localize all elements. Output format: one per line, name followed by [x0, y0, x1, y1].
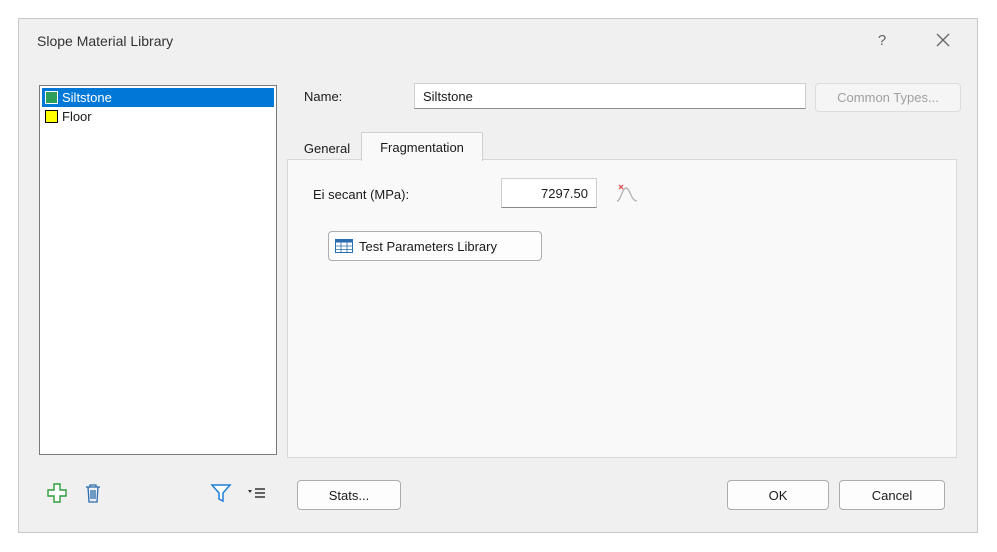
ei-secant-label: Ei secant (MPa):: [313, 187, 410, 202]
material-item-floor[interactable]: Floor: [42, 107, 274, 126]
filter-icon[interactable]: [209, 481, 233, 505]
dialog-title: Slope Material Library: [37, 33, 174, 49]
material-name-input[interactable]: [414, 83, 806, 109]
stats-button[interactable]: Stats...: [297, 480, 401, 510]
tab-general-label: General: [303, 140, 351, 156]
tab-fragmentation[interactable]: Fragmentation: [361, 132, 483, 161]
tab-fragmentation-label: Fragmentation: [380, 139, 464, 155]
tab-general[interactable]: General: [295, 137, 359, 159]
material-item-label: Floor: [62, 109, 92, 124]
close-icon[interactable]: [931, 28, 955, 52]
table-icon: [335, 239, 353, 253]
cancel-button-label: Cancel: [871, 487, 913, 503]
test-parameters-label: Test Parameters Library: [359, 238, 497, 254]
common-types-label: Common Types...: [837, 90, 939, 105]
statistics-distribution-icon[interactable]: [614, 182, 640, 204]
material-color-swatch: [45, 110, 58, 123]
add-material-icon[interactable]: [45, 481, 69, 505]
help-button[interactable]: ?: [872, 29, 892, 53]
ok-button[interactable]: OK: [727, 480, 829, 510]
title-bar: Slope Material Library ?: [19, 19, 977, 65]
material-item-label: Siltstone: [62, 90, 112, 105]
ei-secant-input[interactable]: [501, 178, 597, 208]
material-color-swatch: [45, 91, 58, 104]
common-types-button[interactable]: Common Types...: [815, 83, 961, 112]
stats-button-label: Stats...: [328, 487, 370, 503]
material-item-siltstone[interactable]: Siltstone: [42, 88, 274, 107]
sort-options-icon[interactable]: [245, 481, 269, 505]
delete-material-icon[interactable]: [81, 481, 105, 505]
material-list[interactable]: Siltstone Floor: [39, 85, 277, 455]
name-label: Name:: [304, 89, 343, 104]
cancel-button[interactable]: Cancel: [839, 480, 945, 510]
material-library-dialog: Slope Material Library ? Siltstone Floor: [18, 18, 978, 533]
test-parameters-library-button[interactable]: Test Parameters Library: [328, 231, 542, 261]
ok-button-label: OK: [768, 487, 788, 503]
